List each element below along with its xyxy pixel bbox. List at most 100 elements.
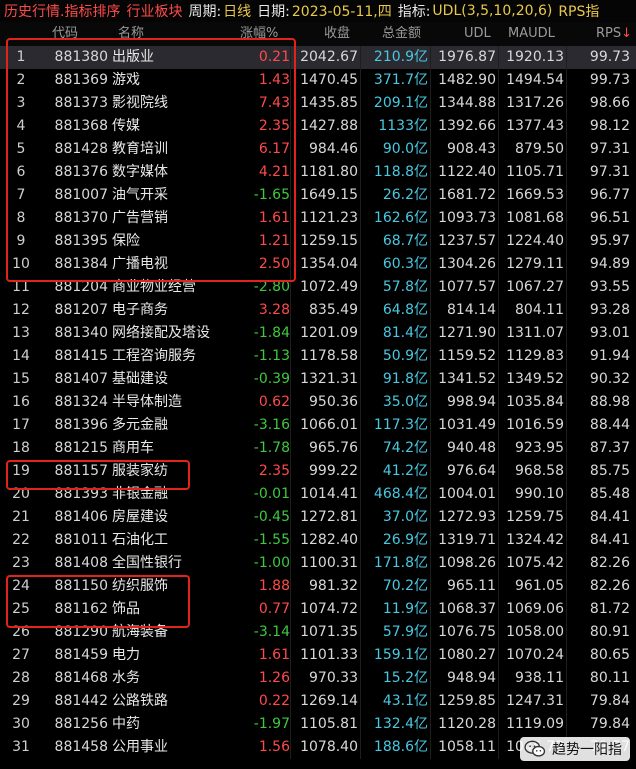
row-change: 0.22 <box>258 693 290 709</box>
row-udl: 1976.87 <box>438 49 496 65</box>
row-rps: 84.41 <box>589 509 630 525</box>
table-row[interactable]: 18 881215 商用车 -1.78 965.76 74.2亿 940.48 923.95 8… <box>0 437 636 460</box>
column-separator <box>430 529 431 552</box>
row-change: -0.39 <box>253 371 290 387</box>
column-header-amount[interactable]: 总金额 <box>382 22 421 46</box>
row-maudl: 1377.43 <box>506 118 564 134</box>
row-close: 1354.04 <box>300 256 358 272</box>
row-udl: 1031.49 <box>438 417 496 433</box>
row-change: 2.35 <box>258 463 290 479</box>
table-row[interactable]: 12 881207 电子商务 3.28 835.49 64.8亿 814.14 804.11 9… <box>0 299 636 322</box>
row-number: 31 <box>12 739 30 755</box>
column-separator <box>498 115 499 138</box>
table-row[interactable]: 15 881407 基础建设 -0.39 1321.31 91.8亿 1341.52 1349… <box>0 368 636 391</box>
table-row[interactable]: 23 881408 全国性银行 -1.00 1100.31 171.8亿 1098.26 10… <box>0 552 636 575</box>
table-row[interactable]: 27 881459 电力 1.61 1101.33 159.1亿 1080.27 1070.2… <box>0 644 636 667</box>
table-row[interactable]: 29 881442 公路铁路 0.22 1269.14 43.1亿 1259.85 1247.… <box>0 690 636 713</box>
sort-desc-icon: ↓ <box>621 26 633 41</box>
row-close: 1470.45 <box>300 72 358 88</box>
row-number: 29 <box>12 693 30 709</box>
column-separator <box>360 322 361 345</box>
column-separator <box>498 92 499 115</box>
row-udl: 1271.90 <box>438 325 496 341</box>
table-row[interactable]: 16 881324 半导体制造 0.62 950.36 35.0亿 998.94 1035.8… <box>0 391 636 414</box>
column-header-maudl[interactable]: MAUDL <box>508 22 555 46</box>
column-separator <box>290 483 291 506</box>
row-name: 网络接配及塔设 <box>112 325 210 341</box>
rps-indicator-label[interactable]: RPS指 <box>558 1 599 21</box>
table-row[interactable]: 13 881340 网络接配及塔设 -1.84 1201.09 81.4亿 1271.90 1… <box>0 322 636 345</box>
row-maudl: 1494.54 <box>506 72 564 88</box>
row-close: 1100.31 <box>300 555 358 571</box>
column-separator <box>498 460 499 483</box>
row-udl: 1681.72 <box>438 187 496 203</box>
row-change: -0.45 <box>253 509 290 525</box>
column-separator <box>566 115 567 138</box>
table-row[interactable]: 14 881415 工程咨询服务 -1.13 1178.58 50.9亿 1159.52 11… <box>0 345 636 368</box>
table-row[interactable]: 22 881011 石油化工 -1.55 1282.40 26.9亿 1319.71 1324… <box>0 529 636 552</box>
indicator-value[interactable]: UDL(3,5,10,20,6) <box>432 3 552 19</box>
row-rps: 88.44 <box>589 417 630 433</box>
row-change: 1.26 <box>258 670 290 686</box>
table-row[interactable]: 30 881256 中药 -1.97 1105.81 132.4亿 1120.28 1119.… <box>0 713 636 736</box>
column-separator <box>430 69 431 92</box>
row-rps: 98.12 <box>589 118 630 134</box>
row-amount: 15.2亿 <box>382 670 428 686</box>
row-rps: 79.84 <box>589 716 630 732</box>
mode-label[interactable]: 历史行情.指标排序 <box>4 1 120 21</box>
row-udl: 1237.57 <box>438 233 496 249</box>
table-row[interactable]: 17 881396 多元金融 -3.16 1066.01 117.3亿 1031.49 101… <box>0 414 636 437</box>
row-maudl: 1058.00 <box>506 624 564 640</box>
column-separator <box>566 46 567 69</box>
row-close: 1074.72 <box>300 601 358 617</box>
column-separator <box>498 46 499 69</box>
row-close: 950.36 <box>309 394 358 410</box>
row-close: 1121.23 <box>300 210 358 226</box>
column-separator <box>498 253 499 276</box>
column-separator <box>430 621 431 644</box>
row-amount: 162.6亿 <box>373 210 428 226</box>
row-udl: 1319.71 <box>438 532 496 548</box>
column-separator <box>566 69 567 92</box>
row-close: 1072.49 <box>300 279 358 295</box>
row-close: 1269.14 <box>300 693 358 709</box>
period-value[interactable]: 日线 <box>223 1 251 21</box>
row-rps: 80.91 <box>589 624 630 640</box>
row-close: 1272.81 <box>300 509 358 525</box>
row-amount: 468.4亿 <box>373 486 428 502</box>
column-separator <box>360 391 361 414</box>
column-separator <box>360 414 361 437</box>
row-close: 1201.09 <box>300 325 358 341</box>
row-maudl: 1920.13 <box>506 49 564 65</box>
table-row[interactable]: 21 881406 房屋建设 -0.45 1272.81 37.0亿 1272.93 1259… <box>0 506 636 529</box>
row-code: 881396 <box>54 417 108 433</box>
row-rps: 88.98 <box>589 394 630 410</box>
row-amount: 37.0亿 <box>382 509 428 525</box>
row-number: 30 <box>12 716 30 732</box>
column-header-rps[interactable]: RPS↓ <box>596 22 632 46</box>
row-change: -0.01 <box>253 486 290 502</box>
row-rps: 96.51 <box>589 210 630 226</box>
row-code: 881011 <box>54 532 108 548</box>
row-rps: 93.28 <box>589 302 630 318</box>
row-number: 12 <box>12 302 30 318</box>
category-label[interactable]: 行业板块 <box>126 1 182 21</box>
row-amount: 90.0亿 <box>382 141 428 157</box>
row-udl: 814.14 <box>447 302 496 318</box>
table-row[interactable]: 28 881468 水务 1.26 970.33 15.2亿 948.94 938.11 80.… <box>0 667 636 690</box>
row-maudl: 1317.26 <box>506 95 564 111</box>
row-number: 15 <box>12 371 30 387</box>
column-separator <box>498 690 499 713</box>
date-value[interactable]: 2023-05-11,四 <box>292 1 392 21</box>
row-maudl: 1247.31 <box>506 693 564 709</box>
column-separator <box>566 391 567 414</box>
row-name: 中药 <box>112 716 140 732</box>
row-udl: 1120.28 <box>438 716 496 732</box>
column-separator <box>430 92 431 115</box>
column-header-udl[interactable]: UDL <box>464 22 491 46</box>
column-header-close[interactable]: 收盘 <box>324 22 350 46</box>
row-change: 1.88 <box>258 578 290 594</box>
column-separator <box>430 46 431 69</box>
column-separator <box>290 368 291 391</box>
column-separator <box>360 299 361 322</box>
